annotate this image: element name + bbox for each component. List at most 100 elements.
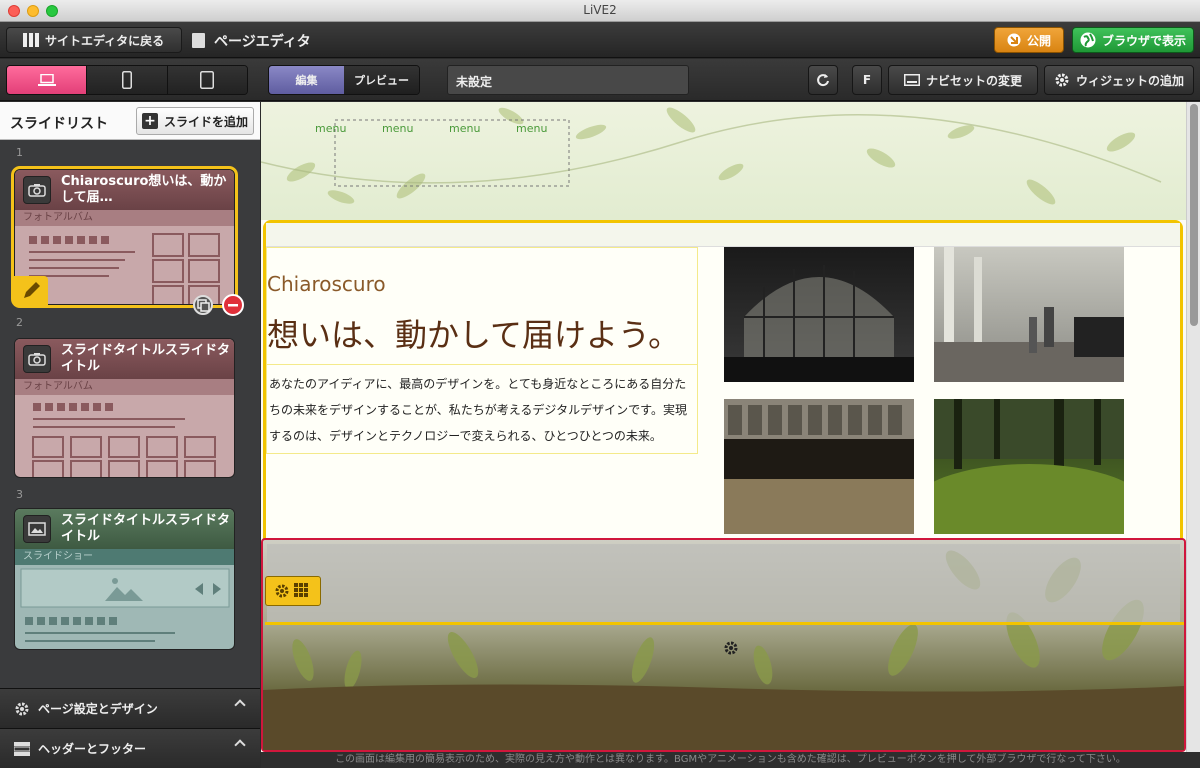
slide-list-title: スライドリスト (10, 116, 108, 132)
device-phone-tab[interactable] (86, 66, 167, 94)
add-slide-button[interactable]: + スライドを追加 (136, 107, 254, 135)
pencil-icon (24, 282, 40, 298)
photo-album-thumbnail (29, 233, 220, 304)
menu-item[interactable]: menu (382, 122, 413, 135)
gear-icon (275, 584, 289, 598)
laptop-icon (37, 74, 56, 86)
photo-station-arch[interactable] (724, 247, 914, 382)
editor-notice: この画面は編集用の簡易表示のため、実際の見え方や動作とは異なります。BGMやアニ… (261, 752, 1200, 768)
photo-roof-tiles[interactable] (724, 399, 914, 534)
page-title: ページエディタ (214, 34, 311, 50)
roof-tiles-image (724, 399, 914, 534)
publish-label: 公開 (1026, 33, 1051, 48)
window-titlebar: LiVE2 (0, 0, 1200, 22)
slide-card-3[interactable]: スライドタイトルスライドタイトル スライドショー (14, 508, 235, 650)
station-platform-image (934, 247, 1124, 382)
slide-number: 1 (16, 146, 23, 159)
footer-area[interactable] (261, 538, 1186, 752)
slide-card-title: スライドタイトルスライドタイトル (61, 343, 231, 374)
slideshow-thumbnail (20, 568, 230, 642)
back-button-label: サイトエディタに戻る (45, 33, 165, 48)
photo-moss-forest[interactable] (909, 399, 1149, 554)
slide-subtitle[interactable]: Chiaroscuro (267, 248, 697, 302)
edit-mode-tab[interactable]: 編集 (269, 66, 344, 94)
slide-card-header: Chiaroscuro想いは、動かして届… (15, 170, 234, 210)
main-toolbar: サイトエディタに戻る ページエディタ 公開 ブラウザで表示 (0, 22, 1200, 58)
add-widget-button[interactable]: ウィジェットの追加 (1044, 65, 1194, 95)
font-button[interactable]: F (852, 65, 882, 95)
duplicate-icon (197, 299, 210, 312)
change-navset-label: ナビセットの変更 (925, 73, 1022, 88)
device-tablet-tab[interactable] (166, 66, 247, 94)
leaf-decoration (261, 107, 1162, 205)
font-button-label: F (862, 73, 872, 87)
camera-icon (23, 345, 51, 373)
slide-card-header: スライドタイトルスライドタイトル (15, 509, 234, 549)
page-canvas[interactable]: menu menu menu menu Chiaroscuro 想いは、動かして… (261, 102, 1186, 752)
slide-card-2[interactable]: スライドタイトルスライドタイトル フォトアルバム (14, 338, 235, 478)
back-to-site-editor-button[interactable]: サイトエディタに戻る (6, 27, 182, 53)
slide-number: 3 (16, 488, 23, 501)
slide-text-block[interactable]: Chiaroscuro 想いは、動かして届けよう。 あなたのアイディアに、最高の… (266, 247, 698, 454)
page-settings-label: ページ設定とデザイン (38, 702, 158, 716)
change-navset-button[interactable]: ナビセットの変更 (888, 65, 1038, 95)
duplicate-slide-button[interactable] (193, 295, 213, 315)
refresh-button[interactable] (808, 65, 838, 95)
view-in-browser-button[interactable]: ブラウザで表示 (1072, 27, 1194, 53)
mode-switcher: 編集 プレビュー (268, 65, 420, 95)
canvas-scrollbar[interactable] (1186, 102, 1200, 752)
publish-button[interactable]: 公開 (994, 27, 1064, 53)
slide-card-preview (15, 395, 234, 477)
moss-forest-image (909, 399, 1149, 554)
chevron-up-icon (234, 699, 246, 711)
secondary-toolbar: 編集 プレビュー 未設定 F ナビセットの変更 ウィジェットの追加 (0, 59, 1200, 101)
preview-mode-tab[interactable]: プレビュー (344, 66, 419, 94)
tablet-icon (200, 71, 215, 89)
edit-slide-button[interactable] (14, 276, 48, 306)
slide-card-type: フォトアルバム (15, 210, 234, 226)
section-top-strip (266, 223, 1180, 247)
page-name-field[interactable]: 未設定 (447, 65, 689, 95)
slide-card-title: Chiaroscuro想いは、動かして届… (61, 174, 227, 205)
menu-item[interactable]: menu (449, 122, 480, 135)
navset-icon (903, 74, 920, 86)
delete-slide-button[interactable] (222, 294, 244, 316)
slide-card-header: スライドタイトルスライドタイトル (15, 339, 234, 379)
slide-card-preview (15, 565, 234, 649)
globe-icon (1080, 32, 1096, 48)
refresh-icon (817, 74, 829, 87)
page-icon (192, 33, 205, 48)
slide-body-text[interactable]: あなたのアイディアに、最高のデザインを。とても身近なところにある自分たちの未来を… (267, 365, 697, 453)
slide-card-title: スライドタイトルスライドタイトル (61, 513, 231, 544)
menu-item[interactable]: menu (315, 122, 346, 135)
header-area[interactable]: menu menu menu menu (261, 102, 1186, 220)
add-widget-label: ウィジェットの追加 (1075, 73, 1184, 88)
add-slide-label: スライドを追加 (163, 114, 248, 129)
footer-divider (265, 622, 1184, 625)
page-settings-panel[interactable]: ページ設定とデザイン (0, 688, 260, 728)
camera-icon (23, 176, 51, 204)
header-footer-panel[interactable]: ヘッダーとフッター (0, 728, 260, 768)
device-switcher (6, 65, 248, 95)
slide-headline[interactable]: 想いは、動かして届けよう。 (267, 302, 697, 365)
scrollbar-thumb[interactable] (1190, 104, 1198, 326)
slide-card-type: フォトアルバム (15, 379, 234, 395)
grid-icon (294, 583, 308, 597)
menu-item[interactable]: menu (516, 122, 547, 135)
slide-number: 2 (16, 316, 23, 329)
publish-icon (1007, 33, 1021, 47)
header-footer-label: ヘッダーとフッター (38, 742, 147, 756)
gear-icon (15, 702, 29, 715)
window-title: LiVE2 (583, 3, 617, 17)
slide-list-header: スライドリスト + スライドを追加 (0, 102, 260, 140)
device-desktop-tab[interactable] (7, 66, 87, 94)
minus-icon (228, 304, 238, 307)
footer-widget-area[interactable] (267, 544, 1180, 624)
gear-icon[interactable] (723, 640, 739, 656)
chevron-up-icon (234, 739, 246, 751)
photo-station-platform[interactable] (934, 247, 1124, 382)
plus-icon: + (141, 113, 158, 129)
header-footer-icon (14, 741, 30, 756)
station-arch-image (724, 265, 914, 382)
footer-widget-toolbar[interactable] (265, 576, 321, 606)
